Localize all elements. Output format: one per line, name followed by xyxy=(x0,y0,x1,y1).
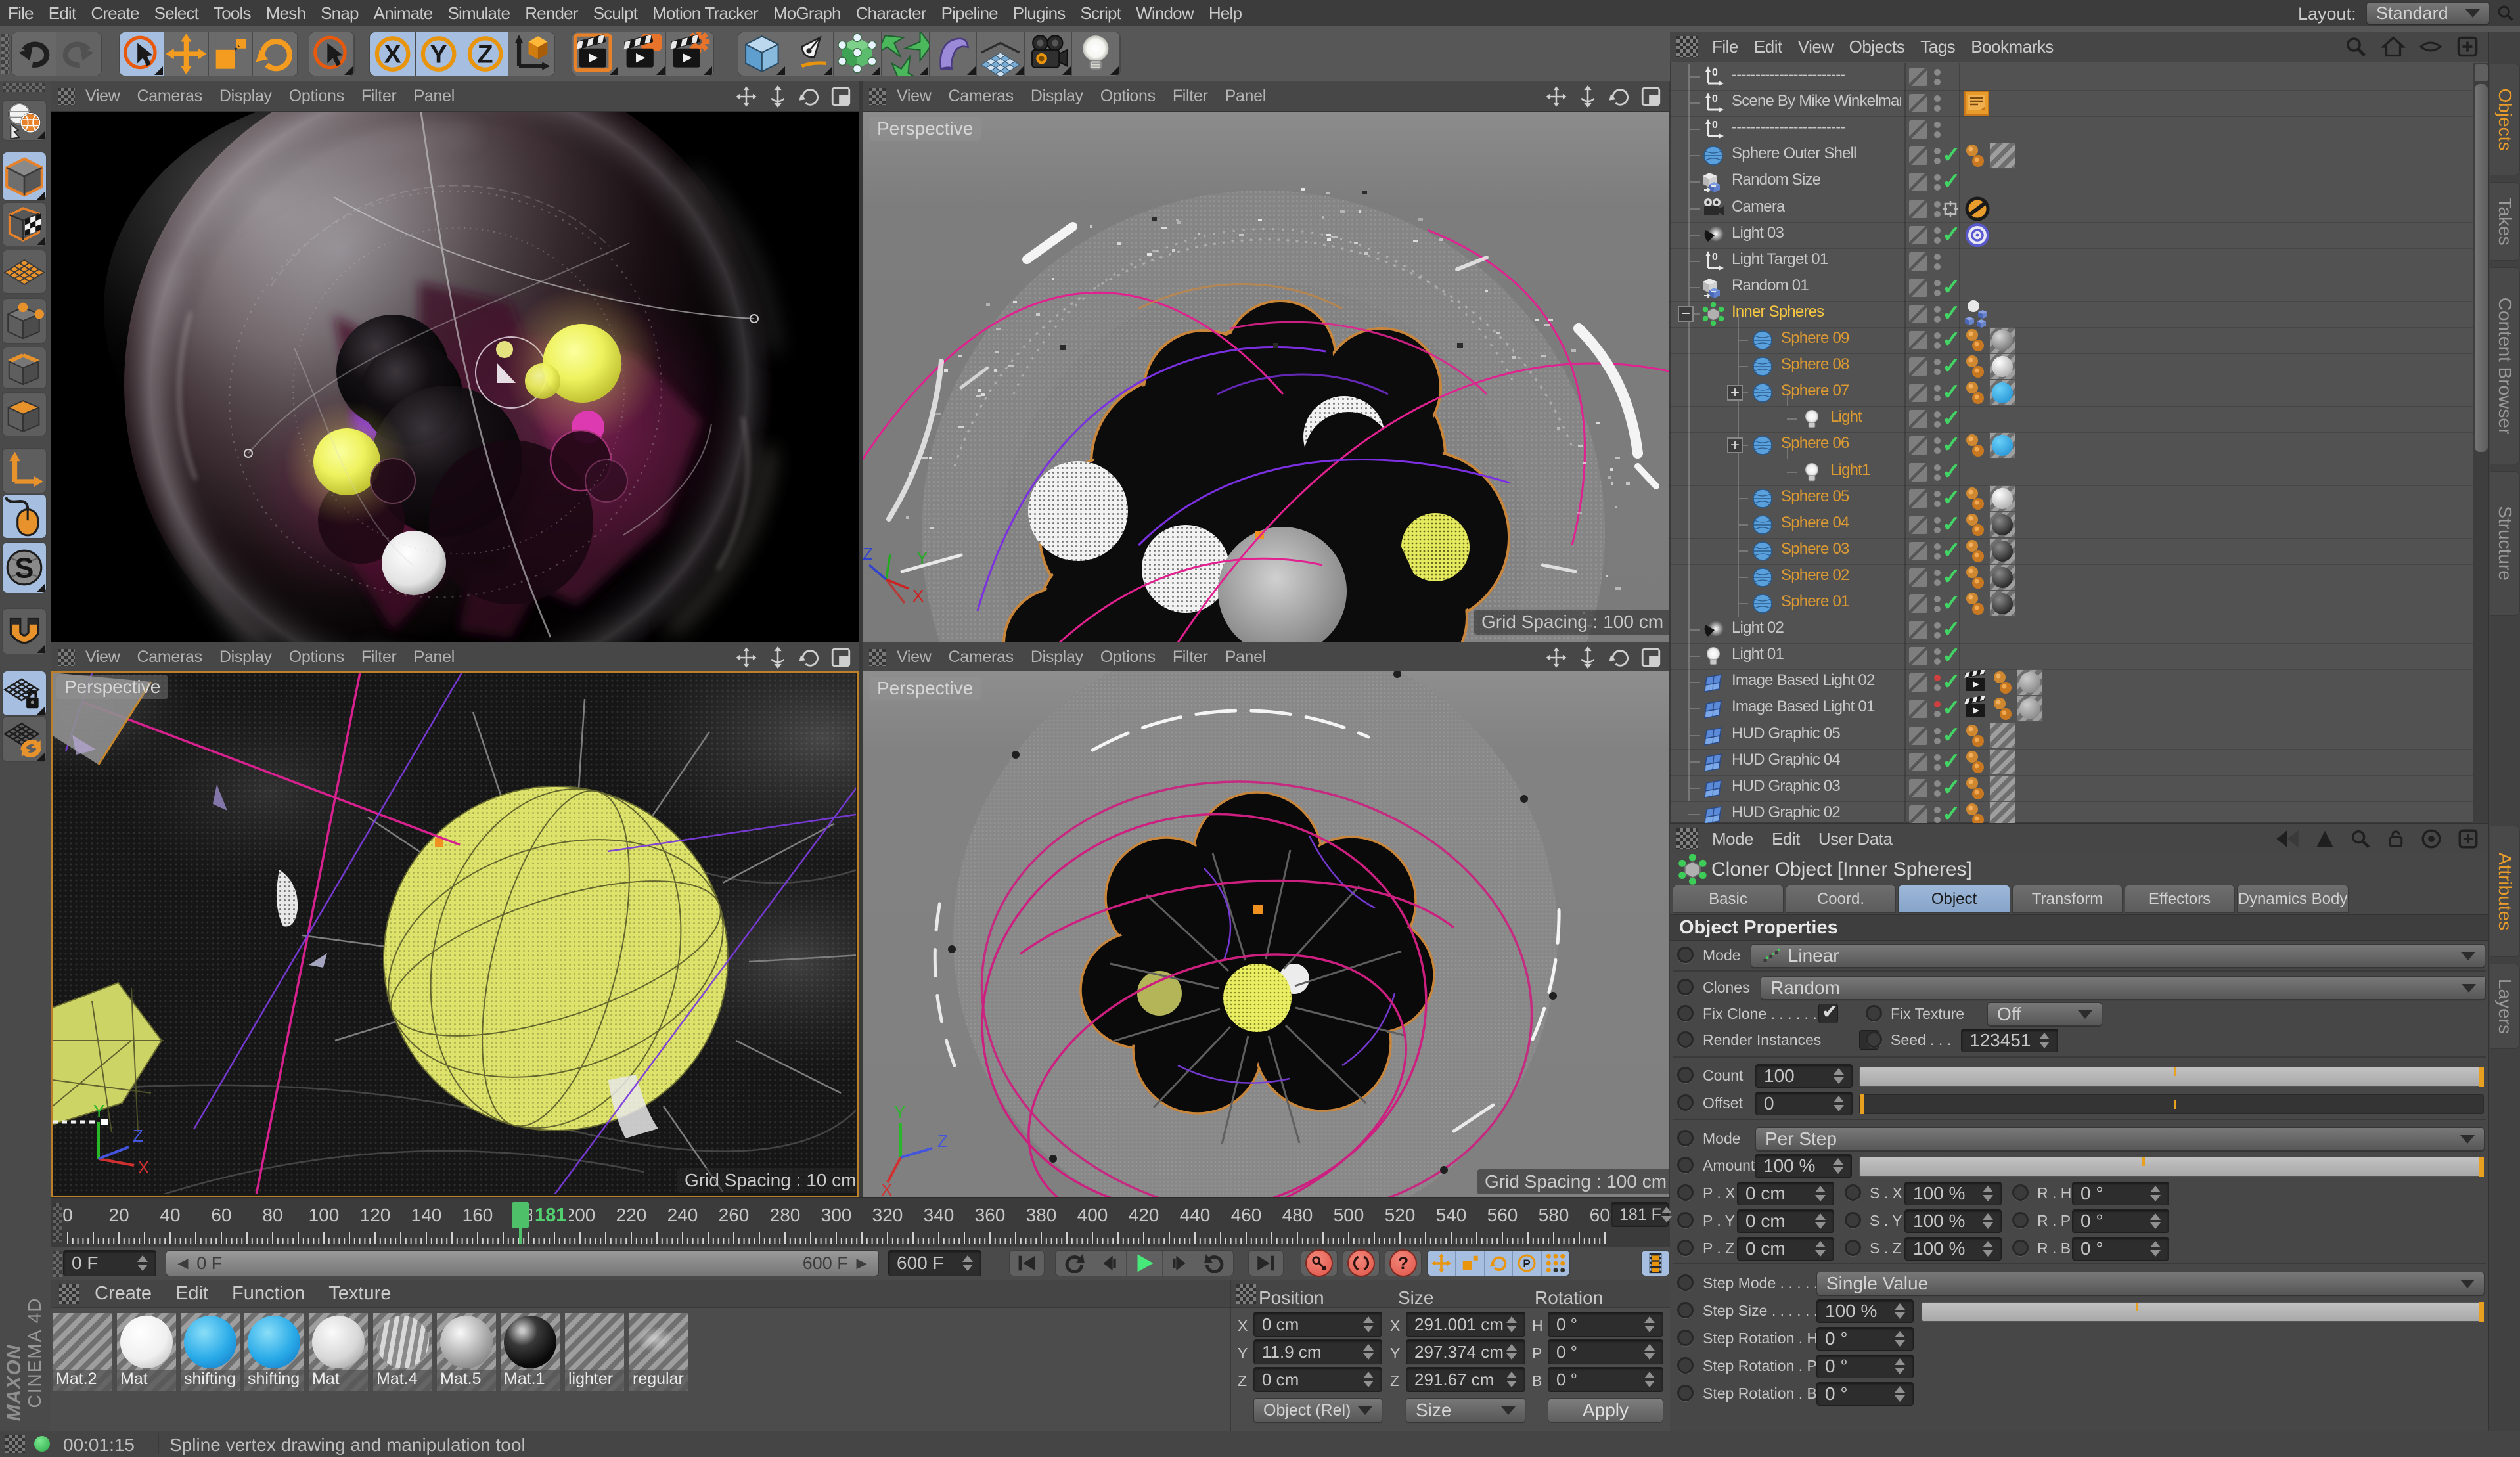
svg-text:Y: Y xyxy=(894,1102,905,1122)
svg-text:X: X xyxy=(138,1157,149,1177)
svg-text:Y: Y xyxy=(430,40,447,68)
svg-text:X: X xyxy=(881,1180,892,1197)
svg-text:0: 0 xyxy=(1712,252,1718,263)
svg-text:Z: Z xyxy=(863,544,873,564)
svg-text:Z: Z xyxy=(937,1131,948,1151)
svg-text:0: 0 xyxy=(1712,93,1718,104)
svg-text:X: X xyxy=(384,40,401,68)
svg-text:Y: Y xyxy=(93,1101,104,1121)
svg-text:S: S xyxy=(15,552,34,584)
svg-text:0: 0 xyxy=(1712,120,1718,131)
svg-text:Y: Y xyxy=(916,548,928,568)
svg-text:X: X xyxy=(912,586,924,606)
svg-text:Z: Z xyxy=(133,1126,143,1146)
svg-text:Z: Z xyxy=(477,40,493,68)
svg-text:P: P xyxy=(1523,1257,1531,1270)
svg-text:0: 0 xyxy=(1712,67,1718,78)
